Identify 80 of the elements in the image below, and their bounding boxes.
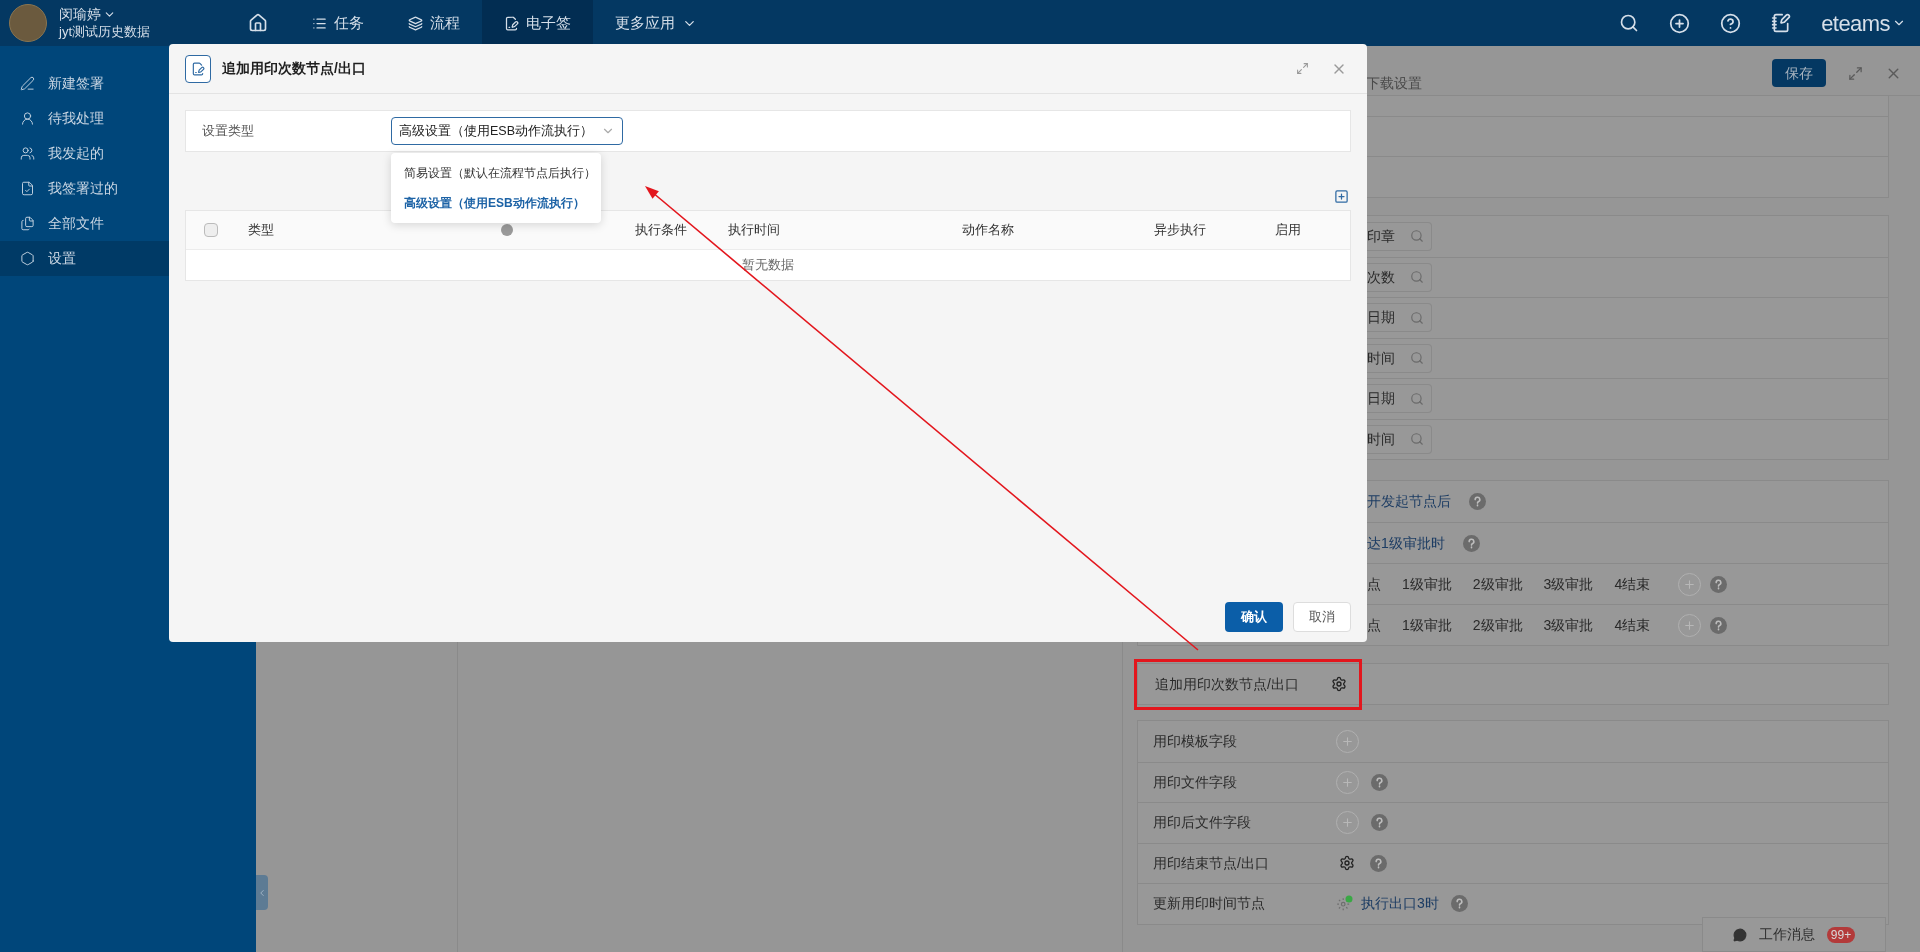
row-label: 更新用印时间节点 [1152, 894, 1266, 914]
column-header: 异步执行 [1154, 221, 1206, 240]
row-label: 用印文件字段 [1152, 772, 1238, 792]
org-name: jyt测试历史数据 [59, 23, 150, 41]
node-label[interactable]: 4结束 [1614, 614, 1651, 636]
nav-tab[interactable]: 电子签 [482, 0, 593, 46]
search-icon [1410, 270, 1424, 285]
gear-icon[interactable] [1331, 676, 1347, 692]
column-header: 动作名称 [962, 221, 1014, 240]
search-icon [1410, 432, 1424, 447]
plus-icon [1341, 775, 1354, 789]
home-icon [248, 13, 268, 33]
menu-icon [20, 76, 35, 91]
row-label: 用印模板字段 [1152, 731, 1238, 751]
menu-icon [20, 251, 35, 266]
brand-logo[interactable]: eteams [1821, 6, 1890, 40]
nav-tab[interactable]: 任务 [290, 0, 386, 46]
column-header: 执行条件 [635, 221, 687, 240]
search-icon[interactable] [1619, 13, 1640, 33]
column-header: 类型 [248, 221, 274, 240]
search-icon [1410, 351, 1424, 366]
node-label[interactable]: 点 [1367, 614, 1381, 636]
select-all-checkbox[interactable] [204, 223, 218, 237]
expand-icon[interactable] [1848, 66, 1863, 81]
add-icon[interactable] [1334, 189, 1349, 204]
chat-label: 工作消息 [1758, 925, 1815, 944]
plus-icon [1341, 734, 1354, 748]
list-icon [312, 15, 327, 31]
layers-icon [408, 15, 423, 31]
gear-icon[interactable] [1339, 855, 1355, 872]
menu-icon [20, 216, 35, 231]
node-label[interactable]: 点 [1367, 573, 1381, 595]
save-button[interactable]: 保存 [1772, 59, 1826, 87]
help-icon[interactable] [1720, 12, 1742, 34]
column-header: 执行时间 [728, 221, 780, 240]
search-icon [1410, 229, 1424, 244]
dropdown-option[interactable]: 高级设置（使用ESB动作流执行） [391, 188, 601, 218]
document-icon [504, 15, 519, 31]
node-link[interactable]: 达1级审批时 [1367, 532, 1445, 554]
node-label[interactable]: 3级审批 [1543, 614, 1594, 636]
node-label[interactable]: 1级审批 [1402, 614, 1452, 636]
empty-message: 暂无数据 [742, 256, 794, 275]
type-select[interactable]: 高级设置（使用ESB动作流执行） [391, 117, 623, 145]
menu-icon [20, 146, 35, 161]
search-icon [1410, 391, 1424, 406]
node-label[interactable]: 4结束 [1614, 573, 1651, 595]
node-label[interactable]: 1级审批 [1402, 573, 1452, 595]
chat-popup[interactable]: 工作消息 99+ [1702, 917, 1886, 952]
document-icon [185, 54, 211, 83]
plus-icon [1683, 577, 1697, 591]
nav-tab[interactable]: 更多应用 [593, 0, 719, 46]
modal-title: 追加用印次数节点/出口 [222, 59, 366, 78]
expand-icon[interactable] [1296, 62, 1309, 75]
plus-icon [1683, 618, 1697, 632]
row-label: 追加用印次数节点/出口 [1155, 674, 1299, 694]
gear-check-icon[interactable] [1336, 895, 1353, 913]
node-link[interactable]: 执行出口3时 [1361, 893, 1439, 915]
plus-icon [1341, 816, 1354, 830]
menu-icon [20, 181, 35, 196]
column-header: 启用 [1275, 221, 1301, 240]
sidebar-item[interactable]: 我签署过的 [0, 171, 256, 206]
cancel-button[interactable]: 取消 [1293, 602, 1351, 632]
user-name[interactable]: 闵瑜婷 [59, 5, 101, 23]
node-label[interactable]: 2级审批 [1472, 614, 1523, 636]
tab-label[interactable]: 下载设置 [1366, 73, 1422, 94]
avatar[interactable] [9, 4, 47, 42]
dropdown-option[interactable]: 简易设置（默认在流程节点后执行） [391, 158, 601, 188]
search-icon [1410, 310, 1424, 325]
chat-icon [1732, 927, 1747, 942]
node-label[interactable]: 2级审批 [1472, 573, 1523, 595]
row-label: 用印后文件字段 [1152, 813, 1252, 833]
confirm-button[interactable]: 确认 [1225, 602, 1283, 632]
node-label[interactable]: 3级审批 [1543, 573, 1594, 595]
row-label: 用印结束节点/出口 [1152, 853, 1270, 873]
notes-icon[interactable] [1771, 13, 1792, 33]
node-link[interactable]: 开发起节点后 [1367, 491, 1451, 512]
menu-icon [20, 111, 35, 126]
nav-tab[interactable]: 流程 [386, 0, 482, 46]
unread-count: 99+ [1826, 926, 1856, 943]
collapse-handle[interactable] [256, 875, 268, 910]
